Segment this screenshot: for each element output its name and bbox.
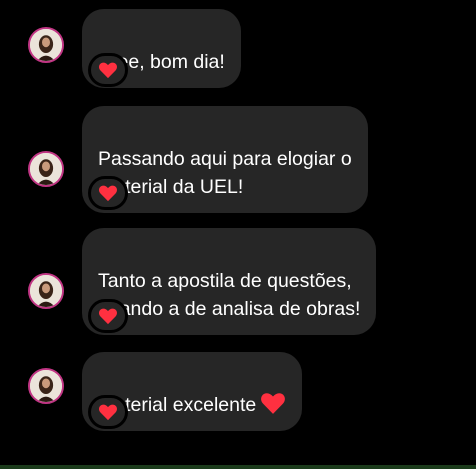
avatar-photo-icon <box>30 153 62 185</box>
red-heart-icon <box>99 308 117 325</box>
message-text: Passando aqui para elogiar o material da… <box>98 148 352 198</box>
avatar-photo-icon <box>30 370 62 402</box>
avatar-photo-icon <box>30 29 62 61</box>
message-text: Tanto a apostila de questões, quando a d… <box>98 270 361 320</box>
bottom-divider <box>0 465 476 469</box>
red-heart-icon <box>99 62 117 79</box>
red-heart-icon <box>99 185 117 202</box>
reaction-badge[interactable] <box>88 176 128 210</box>
avatar-photo-icon <box>30 275 62 307</box>
reaction-badge[interactable] <box>88 53 128 87</box>
avatar[interactable] <box>28 368 64 404</box>
avatar[interactable] <box>28 27 64 63</box>
reaction-badge[interactable] <box>88 395 128 429</box>
avatar[interactable] <box>28 273 64 309</box>
avatar[interactable] <box>28 151 64 187</box>
reaction-badge[interactable] <box>88 299 128 333</box>
red-heart-icon <box>99 404 117 421</box>
red-heart-emoji-icon <box>260 391 286 415</box>
